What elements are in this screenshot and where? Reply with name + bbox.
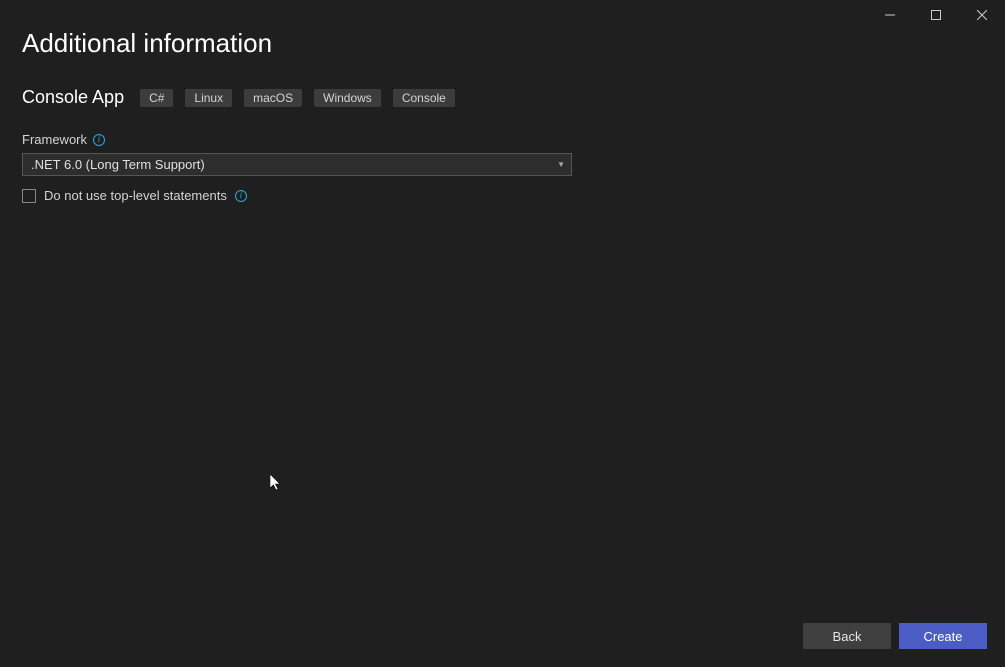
info-icon[interactable]: i [93,134,105,146]
framework-label: Framework [22,132,87,147]
tag-type: Console [393,89,455,107]
top-level-statements-label: Do not use top-level statements [44,188,227,203]
tag-platform: Linux [185,89,232,107]
maximize-button[interactable] [913,0,959,30]
main-content: Additional information Console App C# Li… [0,0,1005,203]
top-level-statements-row: Do not use top-level statements i [22,188,983,203]
project-header-row: Console App C# Linux macOS Windows Conso… [22,87,983,108]
close-button[interactable] [959,0,1005,30]
minimize-button[interactable] [867,0,913,30]
project-name: Console App [22,87,124,108]
framework-selected-value: .NET 6.0 (Long Term Support) [31,157,205,172]
tag-language: C# [140,89,173,107]
footer-buttons: Back Create [803,623,987,649]
framework-label-row: Framework i [22,132,983,147]
back-button[interactable]: Back [803,623,891,649]
create-button[interactable]: Create [899,623,987,649]
tag-platform: Windows [314,89,381,107]
window-controls [867,0,1005,30]
chevron-down-icon: ▼ [557,160,565,169]
page-title: Additional information [22,28,983,59]
tag-platform: macOS [244,89,302,107]
top-level-statements-checkbox[interactable] [22,189,36,203]
framework-dropdown[interactable]: .NET 6.0 (Long Term Support) ▼ [22,153,572,176]
cursor-icon [270,474,284,492]
info-icon[interactable]: i [235,190,247,202]
